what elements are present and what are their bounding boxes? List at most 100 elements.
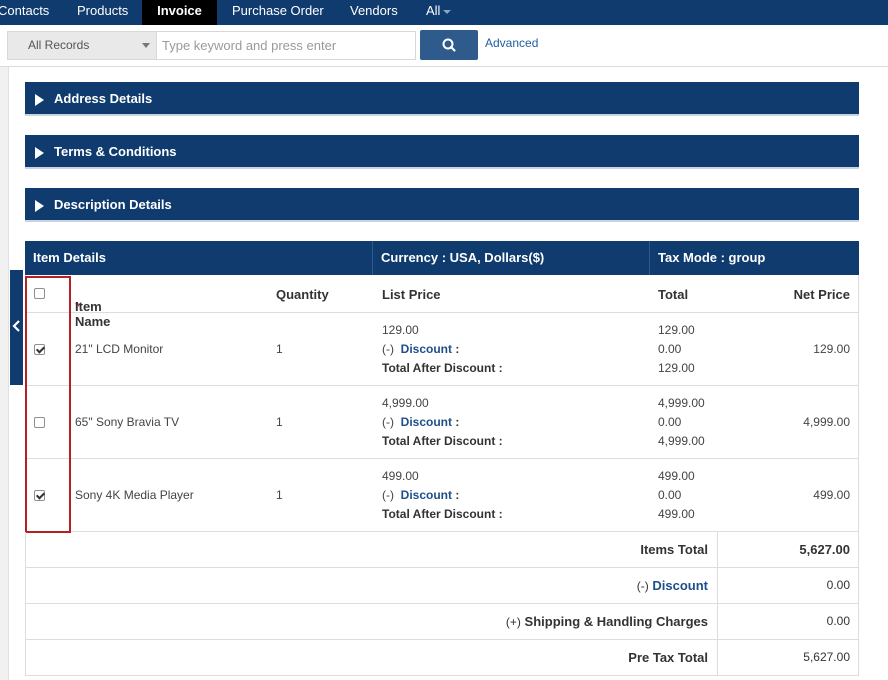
discount-line: (-) Discount :: [382, 342, 459, 356]
tab-all[interactable]: All: [426, 0, 452, 25]
discount-colon: :: [455, 488, 460, 502]
pre-tax-total-value: 5,627.00: [803, 650, 850, 664]
section-title: Terms & Conditions: [54, 144, 177, 159]
tab-contacts[interactable]: Contacts: [0, 0, 49, 25]
sidebar-toggle[interactable]: [10, 270, 23, 385]
section-title: Description Details: [54, 197, 172, 212]
pre-tax-total-row: Pre Tax Total 5,627.00: [25, 640, 859, 676]
table-row: 21" LCD Monitor 1 129.00 (-) Discount : …: [26, 313, 858, 386]
discount-line: (-) Discount :: [382, 488, 459, 502]
discount-link[interactable]: Discount: [401, 415, 452, 429]
discount-prefix: (-): [636, 579, 649, 593]
column-list-price: List Price: [382, 287, 441, 302]
section-description-details[interactable]: Description Details: [25, 188, 859, 222]
chevron-down-icon: [142, 43, 150, 48]
advanced-search-link[interactable]: Advanced: [485, 36, 538, 50]
item-list-price: 499.00: [382, 469, 419, 483]
items-total-row: Items Total 5,627.00: [25, 532, 859, 568]
discount-total-label: (-) Discount: [637, 578, 708, 593]
tab-purchase-order[interactable]: Purchase Order: [232, 0, 324, 25]
discount-colon: :: [455, 342, 460, 356]
tax-mode-label: Tax Mode : group: [658, 250, 766, 265]
item-discount: 0.00: [658, 415, 682, 429]
discount-line: (-) Discount :: [382, 415, 459, 429]
items-total-label: Items Total: [640, 542, 708, 557]
shipping-label-text: Shipping & Handling Charges: [524, 614, 708, 629]
table-row: 65" Sony Bravia TV 1 4,999.00 (-) Discou…: [26, 386, 858, 459]
search-input[interactable]: [156, 31, 416, 60]
item-name[interactable]: Sony 4K Media Player: [75, 488, 194, 502]
discount-colon: :: [455, 415, 460, 429]
header-divider: [372, 241, 373, 275]
checkbox-column-highlight: [25, 276, 71, 533]
header-divider: [649, 241, 650, 275]
total-after-discount-label: Total After Discount :: [382, 361, 503, 375]
pre-tax-total-label: Pre Tax Total: [628, 650, 708, 665]
total-after-discount-label: Total After Discount :: [382, 507, 503, 521]
items-total-value: 5,627.00: [799, 542, 850, 557]
discount-prefix: (-): [382, 342, 394, 356]
item-after-discount: 129.00: [658, 361, 695, 375]
item-list-price: 129.00: [382, 323, 419, 337]
shipping-prefix: (+): [505, 615, 521, 629]
item-discount: 0.00: [658, 342, 682, 356]
section-title: Address Details: [54, 91, 153, 106]
tab-invoice[interactable]: Invoice: [142, 0, 217, 25]
item-after-discount: 4,999.00: [658, 434, 705, 448]
left-panel-strip: [0, 67, 9, 680]
item-table: * Item Name Quantity List Price Total Net…: [25, 275, 859, 532]
expand-triangle-icon: [35, 147, 44, 159]
totals-divider: [717, 532, 718, 567]
search-button[interactable]: [420, 30, 478, 60]
item-details-title: Item Details: [33, 250, 106, 265]
currency-label: Currency : USA, Dollars($): [381, 250, 545, 265]
totals-divider: [717, 640, 718, 675]
item-quantity: 1: [276, 488, 283, 502]
totals-divider: [717, 604, 718, 639]
discount-total-row: (-) Discount 0.00: [25, 568, 859, 604]
shipping-row: (+) Shipping & Handling Charges 0.00: [25, 604, 859, 640]
expand-triangle-icon: [35, 94, 44, 106]
item-total: 129.00: [658, 323, 695, 337]
item-quantity: 1: [276, 342, 283, 356]
item-discount: 0.00: [658, 488, 682, 502]
section-address-details[interactable]: Address Details: [25, 82, 859, 116]
search-icon: [442, 38, 456, 52]
section-terms-conditions[interactable]: Terms & Conditions: [25, 135, 859, 169]
item-total: 499.00: [658, 469, 695, 483]
item-table-header: * Item Name Quantity List Price Total Net…: [26, 275, 858, 329]
item-quantity: 1: [276, 415, 283, 429]
item-list-price: 4,999.00: [382, 396, 429, 410]
top-navigation: Contacts Products Invoice Purchase Order…: [0, 0, 888, 25]
discount-prefix: (-): [382, 415, 394, 429]
column-net-price: Net Price: [793, 287, 850, 302]
discount-prefix: (-): [382, 488, 394, 502]
chevron-down-icon: [443, 9, 452, 14]
table-row: Sony 4K Media Player 1 499.00 (-) Discou…: [26, 459, 858, 532]
search-scope-value: All Records: [28, 38, 90, 52]
item-total: 4,999.00: [658, 396, 705, 410]
tab-vendors[interactable]: Vendors: [350, 0, 398, 25]
overall-discount-link[interactable]: Discount: [652, 578, 708, 593]
item-details-header: Item Details Currency : USA, Dollars($) …: [25, 241, 859, 275]
totals-divider: [717, 568, 718, 603]
item-net-price: 4,999.00: [803, 415, 850, 429]
discount-total-value: 0.00: [826, 578, 850, 592]
expand-triangle-icon: [35, 200, 44, 212]
discount-link[interactable]: Discount: [401, 342, 452, 356]
column-quantity: Quantity: [276, 287, 329, 302]
column-total: Total: [658, 287, 689, 302]
item-net-price: 129.00: [813, 342, 850, 356]
discount-link[interactable]: Discount: [401, 488, 452, 502]
item-after-discount: 499.00: [658, 507, 695, 521]
item-name[interactable]: 65" Sony Bravia TV: [75, 415, 179, 429]
tab-products[interactable]: Products: [77, 0, 128, 25]
item-net-price: 499.00: [813, 488, 850, 502]
chevron-left-icon: [12, 320, 20, 332]
shipping-value: 0.00: [826, 614, 850, 628]
search-scope-select[interactable]: All Records: [7, 31, 157, 60]
total-after-discount-label: Total After Discount :: [382, 434, 503, 448]
search-bar: All Records Advanced: [0, 25, 888, 67]
shipping-label: (+) Shipping & Handling Charges: [506, 614, 708, 629]
item-name[interactable]: 21" LCD Monitor: [75, 342, 163, 356]
